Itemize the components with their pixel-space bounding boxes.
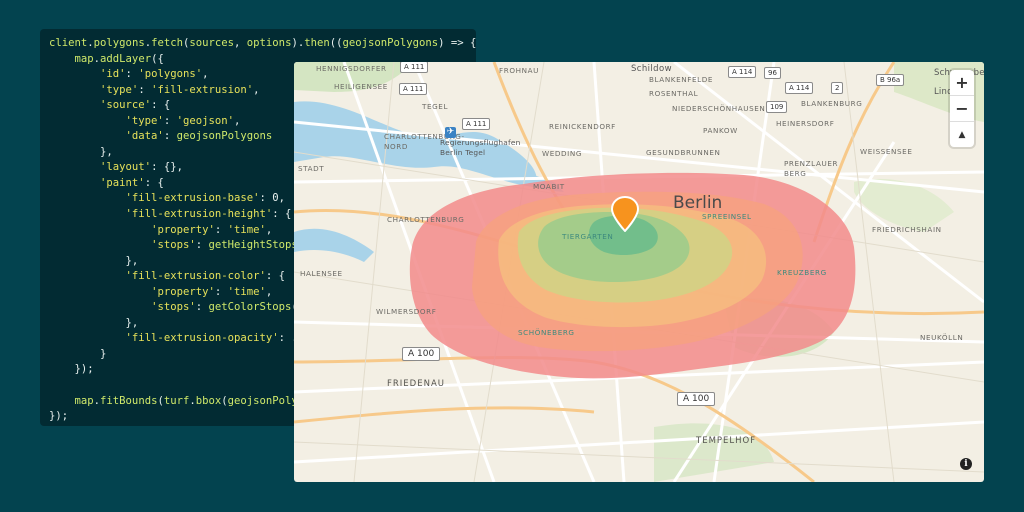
zoom-out-button[interactable]: −	[950, 96, 974, 122]
code-line: client.polygons.fetch(sources, options).…	[49, 37, 476, 49]
label-charlottenburg: CHARLOTTENBURG	[387, 215, 465, 224]
shield-a114-mid: A 114	[785, 82, 814, 94]
code-line: 'fill-extrusion-base': 0,	[125, 192, 285, 205]
compass-button[interactable]: ▲	[950, 122, 974, 147]
label-blankenfelde: BLANKENFELDE	[649, 75, 713, 84]
code-line: 'paint': {	[100, 176, 164, 189]
code-line: 'layout': {},	[100, 161, 183, 174]
label-airport: Regierungsflughafen Berlin Tegel	[440, 138, 521, 157]
airport-icon: ✈	[445, 127, 456, 138]
label-moabit: MOABIT	[533, 182, 565, 191]
label-weissensee: WEISSENSEE	[860, 147, 913, 156]
label-heinersdorf: HEINERSDORF	[776, 119, 835, 128]
shield-a100-right: A 100	[677, 392, 716, 406]
label-friedrichshain: FRIEDRICHSHAIN	[872, 225, 942, 234]
code-line: 'fill-extrusion-height': {	[125, 208, 292, 221]
code-line: },	[49, 316, 139, 329]
label-kreuzberg: KREUZBERG	[777, 268, 827, 277]
label-halensee: HALENSEE	[300, 269, 343, 278]
shield-b96a: B 96a	[876, 74, 905, 86]
code-line: 'fill-extrusion-color': {	[125, 270, 286, 283]
code-line: 'stops': getHeightStops(	[151, 239, 304, 252]
code-line: 'fill-extrusion-opacity': .5	[125, 332, 305, 345]
shield-96: 96	[764, 67, 781, 79]
shield-a111-mid: A 111	[462, 118, 491, 130]
label-pankow: PANKOW	[703, 126, 738, 135]
label-schildow: Schildow	[631, 64, 672, 74]
label-neukolln: NEUKÖLLN	[920, 333, 964, 342]
map-navigation-controls: + − ▲	[950, 70, 974, 147]
label-heiligensee: HEILIGENSEE	[334, 82, 388, 91]
code-line: 'property': 'time',	[151, 285, 273, 298]
shield-a100-left: A 100	[402, 347, 441, 361]
label-frohnau: FROHNAU	[499, 66, 539, 75]
label-stadt: STADT	[298, 164, 325, 173]
code-line: });	[49, 410, 69, 423]
label-tempelhof: TEMPELHOF	[696, 436, 757, 446]
code-line: }	[49, 347, 107, 360]
label-prenzlauer-berg: PRENZLAUER BERG	[784, 159, 839, 178]
code-line: 'property': 'time',	[151, 223, 273, 236]
label-hennigsdorfer: HENNIGSDORFER	[316, 64, 387, 73]
shield-a111-top: A 111	[400, 62, 429, 73]
code-line: map.fitBounds(turf.bbox(geojsonPolyg	[74, 394, 305, 407]
code-line: });	[49, 363, 94, 376]
code-line: map.addLayer({	[74, 52, 164, 65]
code-line: },	[49, 145, 113, 158]
label-tiergarten: TIERGARTEN	[562, 232, 614, 241]
label-gesundbrunnen: GESUNDBRUNNEN	[646, 148, 721, 157]
attribution-info-button[interactable]: i	[960, 458, 972, 470]
label-wedding: WEDDING	[542, 149, 582, 158]
map-view[interactable]: HENNIGSDORFER HEILIGENSEE TEGEL FROHNAU …	[294, 62, 984, 482]
label-schoneberg: SCHÖNEBERG	[518, 328, 575, 337]
code-line: 'type': 'fill-extrusion',	[100, 83, 260, 96]
zoom-in-button[interactable]: +	[950, 70, 974, 96]
shield-109: 109	[766, 101, 788, 113]
code-line: },	[49, 254, 139, 267]
shield-a114-top: A 114	[728, 66, 757, 78]
code-line: 'stops': getColorStops(t	[151, 301, 304, 314]
shield-2: 2	[831, 82, 844, 94]
label-rosenthal: ROSENTHAL	[649, 89, 699, 98]
code-line: 'source': {	[100, 99, 171, 112]
label-niederschonhausen: NIEDERSCHÖNHAUSEN	[672, 104, 766, 113]
compass-icon: ▲	[958, 129, 966, 140]
map-base-layer	[294, 62, 984, 482]
label-friedenau: FRIEDENAU	[387, 379, 445, 389]
code-line: 'type': 'geojson',	[125, 114, 241, 127]
code-line: 'data': geojsonPolygons	[125, 130, 273, 143]
label-tegel: TEGEL	[422, 102, 449, 111]
label-wilmersdorf: WILMERSDORF	[376, 307, 437, 316]
label-spreeinsel: SPREEINSEL	[702, 212, 752, 221]
label-blankenburg: BLANKENBURG	[801, 99, 863, 108]
location-marker-icon[interactable]	[610, 196, 640, 232]
label-reinickendorf: REINICKENDORF	[549, 122, 616, 131]
label-city-berlin: Berlin	[673, 193, 723, 213]
shield-a111-left: A 111	[399, 83, 428, 95]
code-line: 'id': 'polygons',	[100, 68, 209, 81]
